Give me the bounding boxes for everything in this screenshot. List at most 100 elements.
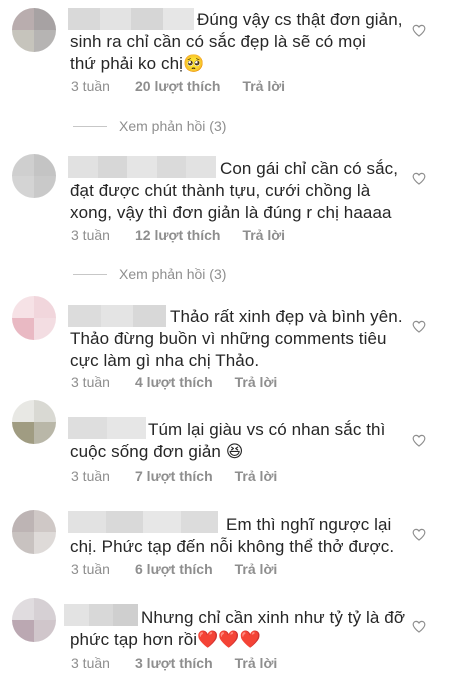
- timestamp: 3 tuần: [71, 227, 110, 243]
- avatar-pixel: [34, 176, 56, 198]
- avatar-pixel: [34, 510, 56, 532]
- timestamp: 3 tuần: [71, 374, 110, 390]
- comment-meta: 3 tuần 7 lượt thích Trả lời: [71, 468, 277, 484]
- comment-text: Thảo đừng buồn vì những comments tiêu cự…: [70, 328, 387, 372]
- avatar[interactable]: [12, 510, 56, 554]
- avatar-pixel: [12, 422, 34, 444]
- comment-text-line: đạt được chút thành tựu, cưới chồng là: [70, 181, 371, 200]
- blur-block: [107, 417, 146, 439]
- avatar[interactable]: [12, 154, 56, 198]
- reply-button[interactable]: Trả lời: [242, 227, 285, 243]
- blur-block: [68, 156, 98, 178]
- avatar-pixel: [34, 422, 56, 444]
- avatar-pixel: [12, 318, 34, 340]
- username-blurred[interactable]: [68, 511, 218, 533]
- reply-button[interactable]: Trả lời: [235, 561, 278, 577]
- heart-icon[interactable]: [412, 24, 426, 37]
- comment-text: Thảo rất xinh đẹp và bình yên.: [170, 306, 403, 328]
- timestamp: 3 tuần: [71, 468, 110, 484]
- avatar[interactable]: [12, 598, 56, 642]
- comment-text-line: Túm lại giàu vs có nhan sắc thì: [148, 420, 386, 439]
- likes-count[interactable]: 12 lượt thích: [135, 227, 220, 243]
- timestamp: 3 tuần: [71, 78, 110, 94]
- avatar-pixel: [12, 620, 34, 642]
- avatar-pixel: [34, 296, 56, 318]
- avatar-pixel: [12, 532, 34, 554]
- blur-block: [64, 604, 89, 626]
- username-blurred[interactable]: [64, 604, 138, 626]
- reply-button[interactable]: Trả lời: [235, 374, 278, 390]
- avatar[interactable]: [12, 296, 56, 340]
- blur-block: [68, 417, 107, 439]
- blur-block: [68, 8, 100, 30]
- divider-line: [73, 125, 107, 127]
- comment-text-line: Đúng vậy cs thật đơn giản,: [197, 10, 403, 29]
- likes-count[interactable]: 7 lượt thích: [135, 468, 213, 484]
- reply-button[interactable]: Trả lời: [242, 78, 285, 94]
- view-replies-button[interactable]: Xem phản hồi (3): [73, 118, 226, 134]
- avatar[interactable]: [12, 400, 56, 444]
- comment-text: sinh ra chỉ cần có sắc đẹp là sẽ có mọi …: [70, 31, 366, 75]
- avatar-pixel: [12, 154, 34, 176]
- reply-button[interactable]: Trả lời: [235, 655, 278, 671]
- blur-block: [143, 511, 181, 533]
- likes-count[interactable]: 3 lượt thích: [135, 655, 213, 671]
- avatar-pixel: [34, 532, 56, 554]
- avatar-pixel: [12, 30, 34, 52]
- heart-icon[interactable]: [412, 434, 426, 447]
- comment-text: chị. Phức tạp đến nỗi không thể thở được…: [70, 536, 394, 558]
- blur-block: [68, 511, 106, 533]
- comment-text: Con gái chỉ cần có sắc,: [220, 158, 398, 180]
- avatar-pixel: [12, 510, 34, 532]
- avatar-pixel: [34, 620, 56, 642]
- blur-block: [131, 8, 163, 30]
- comment-text-line: Thảo rất xinh đẹp và bình yên.: [170, 307, 403, 326]
- avatar-pixel: [12, 400, 34, 422]
- likes-count[interactable]: 4 lượt thích: [135, 374, 213, 390]
- avatar-pixel: [34, 400, 56, 422]
- comment-text: đạt được chút thành tựu, cưới chồng là x…: [70, 180, 392, 224]
- username-blurred[interactable]: [68, 417, 146, 439]
- heart-icon[interactable]: [412, 320, 426, 333]
- comment-text: cuộc sống đơn giản 😆: [70, 441, 244, 463]
- view-replies-button[interactable]: Xem phản hồi (3): [73, 266, 226, 282]
- comment-text-line: thứ phải ko chị🥺: [70, 54, 205, 73]
- heart-icon[interactable]: [412, 528, 426, 541]
- comment-text-line: cuộc sống đơn giản 😆: [70, 442, 244, 461]
- username-blurred[interactable]: [68, 8, 194, 30]
- avatar-pixel: [12, 8, 34, 30]
- blur-block: [180, 511, 218, 533]
- comment-text: Đúng vậy cs thật đơn giản,: [197, 9, 403, 31]
- likes-count[interactable]: 20 lượt thích: [135, 78, 220, 94]
- reply-button[interactable]: Trả lời: [235, 468, 278, 484]
- comment-text-line: chị. Phức tạp đến nỗi không thể thở được…: [70, 537, 395, 556]
- comment-text-line: Thảo đừng buồn vì những comments tiêu: [70, 329, 387, 348]
- username-blurred[interactable]: [68, 156, 216, 178]
- blur-block: [162, 8, 194, 30]
- likes-count[interactable]: 6 lượt thích: [135, 561, 213, 577]
- blur-block: [105, 511, 143, 533]
- avatar[interactable]: [12, 8, 56, 52]
- avatar-pixel: [12, 598, 34, 620]
- comment-text-line: xong, vậy thì đơn giản là đúng r chị haa…: [70, 203, 392, 222]
- comment-text: Nhưng chỉ cần xinh như tỷ tỷ là đỡ: [141, 607, 405, 629]
- heart-icon[interactable]: [412, 172, 426, 185]
- blur-block: [68, 305, 101, 327]
- heart-icon[interactable]: [412, 620, 426, 633]
- avatar-pixel: [12, 296, 34, 318]
- blur-block: [133, 305, 166, 327]
- comment-text: Em thì nghĩ ngược lại: [226, 514, 391, 536]
- username-blurred[interactable]: [68, 305, 166, 327]
- blur-block: [99, 8, 131, 30]
- comment-text-line: Con gái chỉ cần có sắc,: [220, 159, 399, 178]
- avatar-pixel: [34, 30, 56, 52]
- blur-block: [113, 604, 138, 626]
- avatar-pixel: [34, 8, 56, 30]
- comment-meta: 3 tuần 3 lượt thích Trả lời: [71, 655, 277, 671]
- comment-text: Túm lại giàu vs có nhan sắc thì: [148, 419, 385, 441]
- view-replies-label: Xem phản hồi (3): [119, 118, 227, 134]
- timestamp: 3 tuần: [71, 561, 110, 577]
- comment-meta: 3 tuần 6 lượt thích Trả lời: [71, 561, 277, 577]
- avatar-pixel: [12, 176, 34, 198]
- blur-block: [97, 156, 128, 178]
